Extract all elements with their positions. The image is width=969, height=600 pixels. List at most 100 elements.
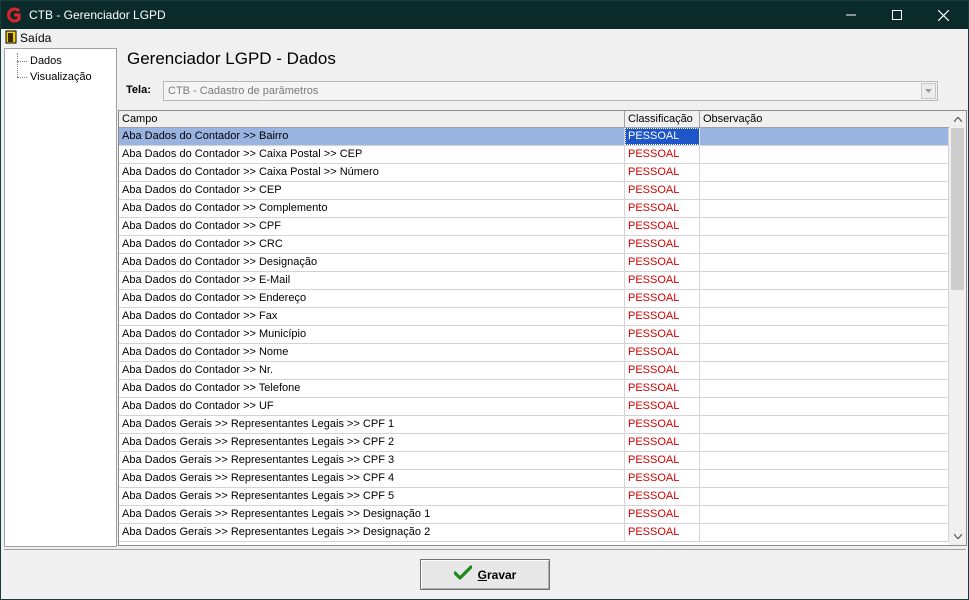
table-row[interactable]: Aba Dados do Contador >> Bairro PESSOAL <box>119 128 949 146</box>
table-row[interactable]: Aba Dados do Contador >> UF PESSOAL <box>119 398 949 416</box>
cell-classificacao[interactable]: PESSOAL <box>625 362 700 379</box>
cell-classificacao[interactable]: PESSOAL <box>625 146 700 163</box>
cell-classificacao[interactable]: PESSOAL <box>625 308 700 325</box>
table-row[interactable]: Aba Dados Gerais >> Representantes Legai… <box>119 416 949 434</box>
cell-observacao[interactable] <box>700 344 949 361</box>
cell-campo[interactable]: Aba Dados do Contador >> Complemento <box>119 200 625 217</box>
cell-observacao[interactable] <box>700 434 949 451</box>
cell-classificacao[interactable]: PESSOAL <box>625 488 700 505</box>
table-row[interactable]: Aba Dados Gerais >> Representantes Legai… <box>119 470 949 488</box>
cell-classificacao[interactable]: PESSOAL <box>625 434 700 451</box>
cell-classificacao[interactable]: PESSOAL <box>625 290 700 307</box>
cell-observacao[interactable] <box>700 362 949 379</box>
tree-item-dados[interactable]: Dados <box>5 53 62 69</box>
cell-observacao[interactable] <box>700 218 949 235</box>
cell-campo[interactable]: Aba Dados Gerais >> Representantes Legai… <box>119 470 625 487</box>
table-row[interactable]: Aba Dados do Contador >> Caixa Postal >>… <box>119 146 949 164</box>
table-row[interactable]: Aba Dados Gerais >> Representantes Legai… <box>119 488 949 506</box>
tela-select[interactable]: CTB - Cadastro de parâmetros <box>163 81 938 101</box>
table-row[interactable]: Aba Dados Gerais >> Representantes Legai… <box>119 434 949 452</box>
cell-campo[interactable]: Aba Dados do Contador >> CEP <box>119 182 625 199</box>
table-row[interactable]: Aba Dados do Contador >> Fax PESSOAL <box>119 308 949 326</box>
table-row[interactable]: Aba Dados do Contador >> Telefone PESSOAL <box>119 380 949 398</box>
close-button[interactable] <box>920 1 966 29</box>
column-header-observacao[interactable]: Observação <box>700 111 949 128</box>
column-header-classificacao[interactable]: Classificação <box>625 111 700 128</box>
cell-campo[interactable]: Aba Dados do Contador >> Município <box>119 326 625 343</box>
tree-item-visualizacao[interactable]: Visualização <box>5 69 92 85</box>
table-row[interactable]: Aba Dados Gerais >> Representantes Legai… <box>119 506 949 524</box>
cell-observacao[interactable] <box>700 254 949 271</box>
cell-campo[interactable]: Aba Dados Gerais >> Representantes Legai… <box>119 416 625 433</box>
cell-classificacao[interactable]: PESSOAL <box>625 470 700 487</box>
cell-observacao[interactable] <box>700 290 949 307</box>
table-row[interactable]: Aba Dados do Contador >> Município PESSOA… <box>119 326 949 344</box>
cell-campo[interactable]: Aba Dados do Contador >> Nome <box>119 344 625 361</box>
cell-classificacao[interactable]: PESSOAL <box>625 128 700 145</box>
cell-classificacao[interactable]: PESSOAL <box>625 344 700 361</box>
cell-campo[interactable]: Aba Dados Gerais >> Representantes Legai… <box>119 488 625 505</box>
table-row[interactable]: Aba Dados do Contador >> Nr. PESSOAL <box>119 362 949 380</box>
cell-observacao[interactable] <box>700 326 949 343</box>
table-row[interactable]: Aba Dados do Contador >> CEP PESSOAL <box>119 182 949 200</box>
cell-classificacao[interactable]: PESSOAL <box>625 272 700 289</box>
cell-campo[interactable]: Aba Dados do Contador >> Caixa Postal >>… <box>119 146 625 163</box>
table-row[interactable]: Aba Dados Gerais >> Representantes Legai… <box>119 524 949 542</box>
cell-campo[interactable]: Aba Dados do Contador >> E-Mail <box>119 272 625 289</box>
cell-classificacao[interactable]: PESSOAL <box>625 218 700 235</box>
cell-campo[interactable]: Aba Dados do Contador >> Nr. <box>119 362 625 379</box>
cell-classificacao[interactable]: PESSOAL <box>625 506 700 523</box>
cell-campo[interactable]: Aba Dados do Contador >> Telefone <box>119 380 625 397</box>
vertical-scrollbar[interactable] <box>949 111 966 545</box>
cell-classificacao[interactable]: PESSOAL <box>625 380 700 397</box>
cell-classificacao[interactable]: PESSOAL <box>625 236 700 253</box>
cell-campo[interactable]: Aba Dados do Contador >> Endereço <box>119 290 625 307</box>
table-row[interactable]: Aba Dados Gerais >> Representantes Legai… <box>119 452 949 470</box>
table-row[interactable]: Aba Dados do Contador >> Designação PESSO… <box>119 254 949 272</box>
cell-campo[interactable]: Aba Dados do Contador >> Designação <box>119 254 625 271</box>
cell-observacao[interactable] <box>700 200 949 217</box>
cell-campo[interactable]: Aba Dados do Contador >> Caixa Postal >>… <box>119 164 625 181</box>
cell-campo[interactable]: Aba Dados Gerais >> Representantes Legai… <box>119 452 625 469</box>
cell-observacao[interactable] <box>700 488 949 505</box>
fields-grid[interactable]: Campo Classificação Observação Aba Dados… <box>118 110 967 546</box>
cell-classificacao[interactable]: PESSOAL <box>625 524 700 541</box>
cell-observacao[interactable] <box>700 182 949 199</box>
cell-observacao[interactable] <box>700 506 949 523</box>
cell-classificacao[interactable]: PESSOAL <box>625 200 700 217</box>
table-row[interactable]: Aba Dados do Contador >> Caixa Postal >>… <box>119 164 949 182</box>
scroll-thumb[interactable] <box>951 128 964 290</box>
cell-classificacao[interactable]: PESSOAL <box>625 416 700 433</box>
cell-campo[interactable]: Aba Dados Gerais >> Representantes Legai… <box>119 506 625 523</box>
cell-observacao[interactable] <box>700 398 949 415</box>
scroll-up-icon[interactable] <box>949 111 966 128</box>
cell-classificacao[interactable]: PESSOAL <box>625 182 700 199</box>
table-row[interactable]: Aba Dados do Contador >> E-Mail PESSOAL <box>119 272 949 290</box>
cell-classificacao[interactable]: PESSOAL <box>625 254 700 271</box>
cell-campo[interactable]: Aba Dados do Contador >> CRC <box>119 236 625 253</box>
cell-observacao[interactable] <box>700 524 949 541</box>
cell-classificacao[interactable]: PESSOAL <box>625 398 700 415</box>
scroll-down-icon[interactable] <box>949 528 966 545</box>
save-button[interactable]: Gravar <box>420 559 550 590</box>
cell-observacao[interactable] <box>700 308 949 325</box>
cell-observacao[interactable] <box>700 128 949 145</box>
cell-observacao[interactable] <box>700 164 949 181</box>
cell-campo[interactable]: Aba Dados do Contador >> Bairro <box>119 128 625 145</box>
cell-observacao[interactable] <box>700 272 949 289</box>
cell-observacao[interactable] <box>700 146 949 163</box>
cell-campo[interactable]: Aba Dados Gerais >> Representantes Legai… <box>119 524 625 541</box>
cell-observacao[interactable] <box>700 236 949 253</box>
cell-campo[interactable]: Aba Dados do Contador >> CPF <box>119 218 625 235</box>
cell-campo[interactable]: Aba Dados Gerais >> Representantes Legai… <box>119 434 625 451</box>
table-row[interactable]: Aba Dados do Contador >> CPF PESSOAL <box>119 218 949 236</box>
cell-observacao[interactable] <box>700 470 949 487</box>
table-row[interactable]: Aba Dados do Contador >> Endereço PESSOAL <box>119 290 949 308</box>
chevron-down-icon[interactable] <box>921 83 936 99</box>
cell-campo[interactable]: Aba Dados do Contador >> UF <box>119 398 625 415</box>
title-bar[interactable]: CTB - Gerenciador LGPD <box>1 1 968 29</box>
cell-observacao[interactable] <box>700 416 949 433</box>
table-row[interactable]: Aba Dados do Contador >> CRC PESSOAL <box>119 236 949 254</box>
minimize-button[interactable] <box>828 1 874 29</box>
table-row[interactable]: Aba Dados do Contador >> Nome PESSOAL <box>119 344 949 362</box>
